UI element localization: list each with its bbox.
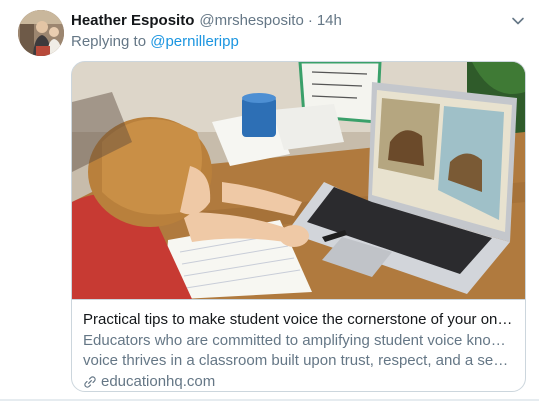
card-domain: educationhq.com [83, 372, 514, 391]
card-title: Practical tips to make student voice the… [83, 311, 514, 328]
link-preview-card[interactable]: Practical tips to make student voice the… [71, 61, 526, 392]
card-description-line: Educators who are committed to amplifyin… [83, 332, 514, 349]
avatar[interactable] [18, 10, 64, 56]
card-body[interactable]: Practical tips to make student voice the… [72, 299, 525, 391]
card-description-line: voice thrives in a classroom built upon … [83, 352, 514, 369]
reply-prefix: Replying to [71, 33, 147, 50]
replying-to: Replying to @pernilleripp [71, 33, 239, 50]
chevron-down-icon[interactable] [510, 13, 526, 29]
timestamp[interactable]: 14h [317, 12, 342, 29]
link-icon [84, 376, 96, 388]
reply-handle-link[interactable]: @pernilleripp [150, 33, 239, 50]
card-image[interactable] [72, 62, 525, 299]
card-description: Educators who are committed to amplifyin… [83, 331, 514, 371]
author-handle[interactable]: @mrshesposito [199, 12, 303, 29]
separator-dot: · [307, 12, 313, 29]
card-domain-text: educationhq.com [101, 373, 216, 390]
author-name[interactable]: Heather Esposito [71, 12, 194, 29]
tweet[interactable]: Heather Esposito @mrshesposito · 14h Rep… [0, 0, 539, 401]
tweet-header: Heather Esposito @mrshesposito · 14h [71, 12, 531, 32]
